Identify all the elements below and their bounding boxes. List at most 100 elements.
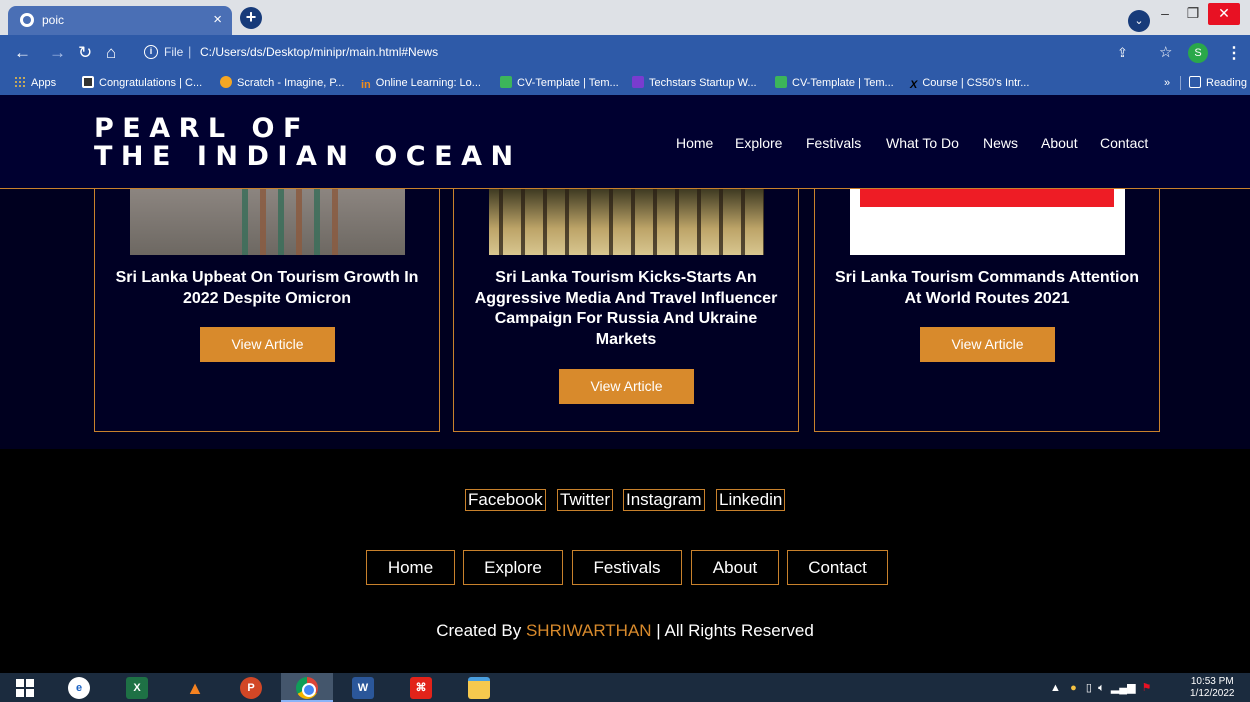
bookmark-item[interactable]: in Online Learning: Lo... — [361, 75, 481, 91]
bookmark-apps[interactable]: Apps — [14, 75, 56, 91]
footer-nav-festivals[interactable]: Festivals — [572, 550, 682, 585]
online-learning-favicon-icon: in — [361, 79, 371, 91]
tab-title: poic — [42, 13, 65, 27]
news-card: Sri Lanka Tourism Commands Attention At … — [814, 189, 1160, 432]
bookmark-item[interactable]: CV-Template | Tem... — [775, 75, 894, 91]
profile-avatar[interactable]: S — [1188, 43, 1208, 63]
windows-start-icon[interactable] — [16, 679, 34, 697]
site-footer: Facebook Twitter Instagram Linkedin Home… — [0, 449, 1250, 673]
chrome-app-icon[interactable] — [296, 677, 318, 699]
back-arrow-icon[interactable]: ← — [14, 43, 31, 63]
news-title: Sri Lanka Tourism Kicks-Starts An Aggres… — [474, 269, 778, 348]
bookmark-item[interactable]: X Course | CS50's Intr... — [910, 75, 1029, 91]
footer-nav-contact[interactable]: Contact — [787, 550, 888, 585]
windows-taskbar: e X ▲ P W ⌘ ▲ ● ▯ 🔈︎ ▂▄▆ ⚑ 10:53 PM 1/12… — [0, 673, 1250, 702]
word-app-icon[interactable]: W — [352, 677, 374, 699]
news-image — [850, 189, 1125, 255]
site-logo[interactable]: PEARL OF THE INDIAN OCEAN — [94, 115, 522, 171]
cv-template-favicon-icon — [500, 76, 512, 88]
bookmarks-divider — [1180, 76, 1181, 90]
excel-app-icon[interactable]: X — [126, 677, 148, 699]
news-image — [489, 189, 764, 255]
site-header: PEARL OF THE INDIAN OCEAN Home Explore F… — [0, 95, 1250, 189]
tray-app-icon[interactable]: ● — [1070, 682, 1077, 694]
address-toolbar: ← → ↻ ⌂ i File | C:/Users/ds/Desktop/min… — [0, 35, 1250, 71]
news-title: Sri Lanka Tourism Commands Attention At … — [834, 269, 1140, 307]
nav-home[interactable]: Home — [676, 135, 713, 151]
address-bar[interactable]: i File | C:/Users/ds/Desktop/minipr/main… — [132, 39, 1132, 67]
share-icon[interactable]: ⇪ — [1117, 45, 1128, 61]
news-card: Sri Lanka Upbeat On Tourism Growth In 20… — [94, 189, 440, 432]
reading-list[interactable]: Reading list — [1189, 75, 1250, 91]
edge-app-icon[interactable]: e — [68, 677, 90, 699]
nav-news[interactable]: News — [983, 135, 1018, 151]
bookmark-star-icon[interactable]: ☆ — [1159, 43, 1172, 61]
browser-tab-bar: poic × + ⌄ – ❐ ✕ — [0, 0, 1250, 35]
clock-date: 1/12/2022 — [1190, 688, 1235, 699]
view-article-button[interactable]: View Article — [559, 369, 694, 404]
instagram-link[interactable]: Instagram — [623, 489, 705, 511]
edx-favicon-icon: X — [910, 79, 918, 91]
logo-line-1: PEARL OF — [94, 113, 310, 144]
footer-credits: Created By SHRIWARTHAN | All Rights Rese… — [436, 621, 814, 640]
news-card: Sri Lanka Tourism Kicks-Starts An Aggres… — [453, 189, 799, 432]
cv-template-favicon-icon — [775, 76, 787, 88]
news-image — [130, 189, 405, 255]
browser-tab[interactable]: poic × — [8, 6, 232, 35]
facebook-link[interactable]: Facebook — [465, 489, 546, 511]
footer-nav-home[interactable]: Home — [366, 550, 455, 585]
bookmark-item[interactable]: Techstars Startup W... — [632, 75, 757, 91]
techstars-favicon-icon — [632, 76, 644, 88]
url-separator: | — [188, 44, 192, 59]
nav-what-to-do[interactable]: What To Do — [886, 135, 959, 151]
news-title: Sri Lanka Upbeat On Tourism Growth In 20… — [115, 269, 419, 307]
taskbar-clock[interactable]: 10:53 PM 1/12/2022 — [1190, 676, 1235, 700]
notification-flag-icon[interactable]: ⚑ — [1142, 682, 1152, 694]
footer-nav-about[interactable]: About — [691, 550, 779, 585]
file-scheme-label: File — [164, 45, 184, 59]
nav-explore[interactable]: Explore — [735, 135, 782, 151]
view-article-button[interactable]: View Article — [920, 327, 1055, 362]
reading-list-icon — [1189, 76, 1201, 88]
restore-icon[interactable]: ❐ — [1178, 3, 1208, 25]
file-explorer-app-icon[interactable] — [468, 677, 490, 699]
volume-icon[interactable]: 🔈︎ — [1098, 682, 1105, 694]
linkedin-link[interactable]: Linkedin — [716, 489, 786, 511]
system-tray: ▲ ● ▯ 🔈︎ ▂▄▆ ⚑ — [1050, 681, 1152, 695]
nav-about[interactable]: About — [1041, 135, 1078, 151]
nav-festivals[interactable]: Festivals — [806, 135, 861, 151]
bookmarks-overflow-icon[interactable]: » — [1164, 75, 1170, 91]
bookmark-item[interactable]: Congratulations | C... — [82, 75, 202, 91]
tab-close-icon[interactable]: × — [213, 11, 222, 28]
nav-contact[interactable]: Contact — [1100, 135, 1148, 151]
globe-icon — [20, 13, 34, 27]
logo-line-2: THE INDIAN OCEAN — [94, 141, 522, 172]
signal-icon[interactable]: ▂▄▆ — [1111, 682, 1136, 694]
view-article-button[interactable]: View Article — [200, 327, 335, 362]
forward-arrow-icon[interactable]: → — [49, 43, 66, 63]
powerpoint-app-icon[interactable]: P — [240, 677, 262, 699]
browser-menu-icon[interactable]: ⋮ — [1226, 43, 1242, 63]
web-page: PEARL OF THE INDIAN OCEAN Home Explore F… — [0, 95, 1250, 673]
twitter-link[interactable]: Twitter — [557, 489, 614, 511]
info-icon[interactable]: i — [144, 45, 158, 59]
acrobat-app-icon[interactable]: ⌘ — [410, 677, 432, 699]
home-icon[interactable]: ⌂ — [106, 43, 116, 63]
footer-nav-explore[interactable]: Explore — [463, 550, 563, 585]
news-section: Sri Lanka Upbeat On Tourism Growth In 20… — [0, 189, 1250, 449]
minimize-icon[interactable]: – — [1150, 3, 1180, 25]
tab-search-button[interactable]: ⌄ — [1128, 10, 1150, 32]
tray-overflow-icon[interactable]: ▲ — [1050, 682, 1061, 694]
battery-icon[interactable]: ▯ — [1086, 682, 1092, 694]
bookmark-favicon-icon — [82, 76, 94, 88]
scratch-favicon-icon — [220, 76, 232, 88]
close-window-icon[interactable]: ✕ — [1208, 3, 1240, 25]
apps-grid-icon — [14, 76, 26, 88]
bookmark-item[interactable]: Scratch - Imagine, P... — [220, 75, 344, 91]
new-tab-button[interactable]: + — [240, 7, 262, 29]
url-text[interactable]: C:/Users/ds/Desktop/minipr/main.html#New… — [200, 45, 438, 59]
vlc-app-icon[interactable]: ▲ — [184, 677, 206, 699]
reload-icon[interactable]: ↻ — [78, 43, 92, 63]
author-name: SHRIWARTHAN — [525, 621, 652, 640]
bookmark-item[interactable]: CV-Template | Tem... — [500, 75, 619, 91]
